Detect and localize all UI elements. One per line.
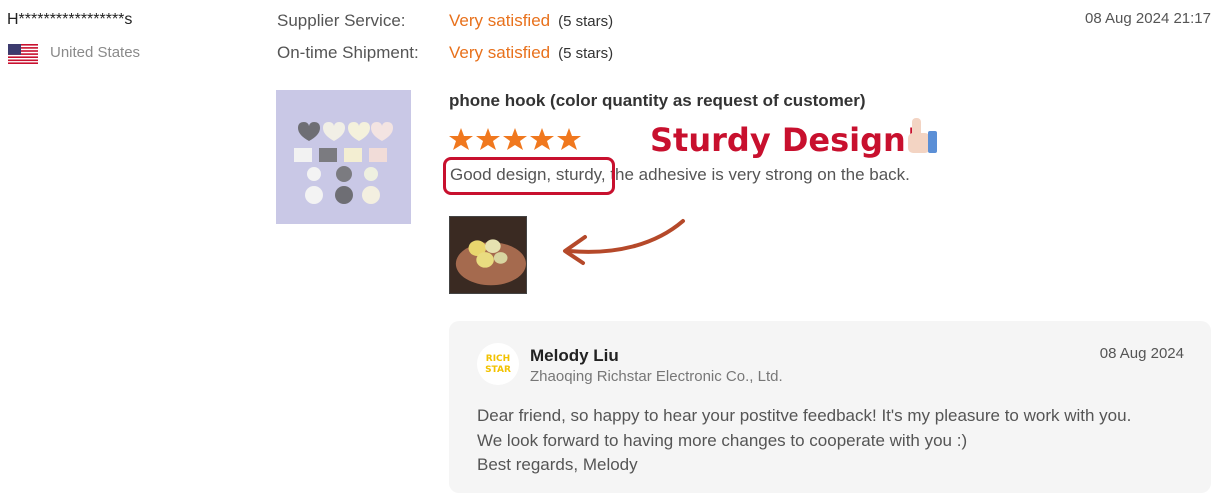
reply-text: Dear friend, so happy to hear your posti… (477, 406, 1132, 474)
curved-arrow-icon (563, 219, 685, 265)
rating-value: Very satisfied (449, 43, 551, 62)
sturdy-design-sticker: Sturdy Design! (648, 118, 937, 162)
rating-label: On-time Shipment: (277, 43, 419, 62)
sticker-text: Sturdy Design! (650, 121, 920, 159)
rating-stars-text: (5 stars) (558, 45, 614, 62)
thumbs-up-icon (908, 118, 937, 153)
rating-on-time-shipment: On-time Shipment: Very satisfied (5 stars) (277, 43, 613, 63)
review-date: 08 Aug 2024 21:17 (1085, 10, 1211, 27)
supplier-reply: RICH STAR Melody Liu Zhaoqing Richstar E… (449, 321, 1211, 493)
reviewer-name: H*****************s (7, 11, 133, 28)
star-icon (476, 128, 500, 150)
star-icon (503, 128, 527, 150)
star-icon (449, 128, 473, 150)
review-photo[interactable] (449, 216, 527, 294)
rating-label: Supplier Service: (277, 11, 406, 30)
us-flag-icon (8, 44, 38, 64)
star-icon (530, 128, 554, 150)
star-rating (449, 128, 581, 150)
supplier-avatar: RICH STAR (477, 343, 519, 385)
highlight-box (443, 157, 615, 195)
reviewer-country: United States (50, 44, 141, 61)
rating-stars-text: (5 stars) (558, 13, 614, 30)
reply-date: 08 Aug 2024 (1099, 345, 1184, 362)
rating-supplier-service: Supplier Service: Very satisfied (5 stars) (277, 11, 613, 31)
reply-company: Zhaoqing Richstar Electronic Co., Ltd. (530, 368, 783, 385)
rating-value: Very satisfied (449, 11, 551, 30)
avatar-logo-text: RICH (486, 354, 510, 364)
reply-name: Melody Liu (530, 346, 619, 365)
product-thumbnail[interactable] (276, 90, 411, 224)
svg-text:STAR: STAR (485, 365, 511, 375)
star-icon (557, 128, 581, 150)
product-name[interactable]: phone hook (color quantity as request of… (449, 91, 866, 111)
